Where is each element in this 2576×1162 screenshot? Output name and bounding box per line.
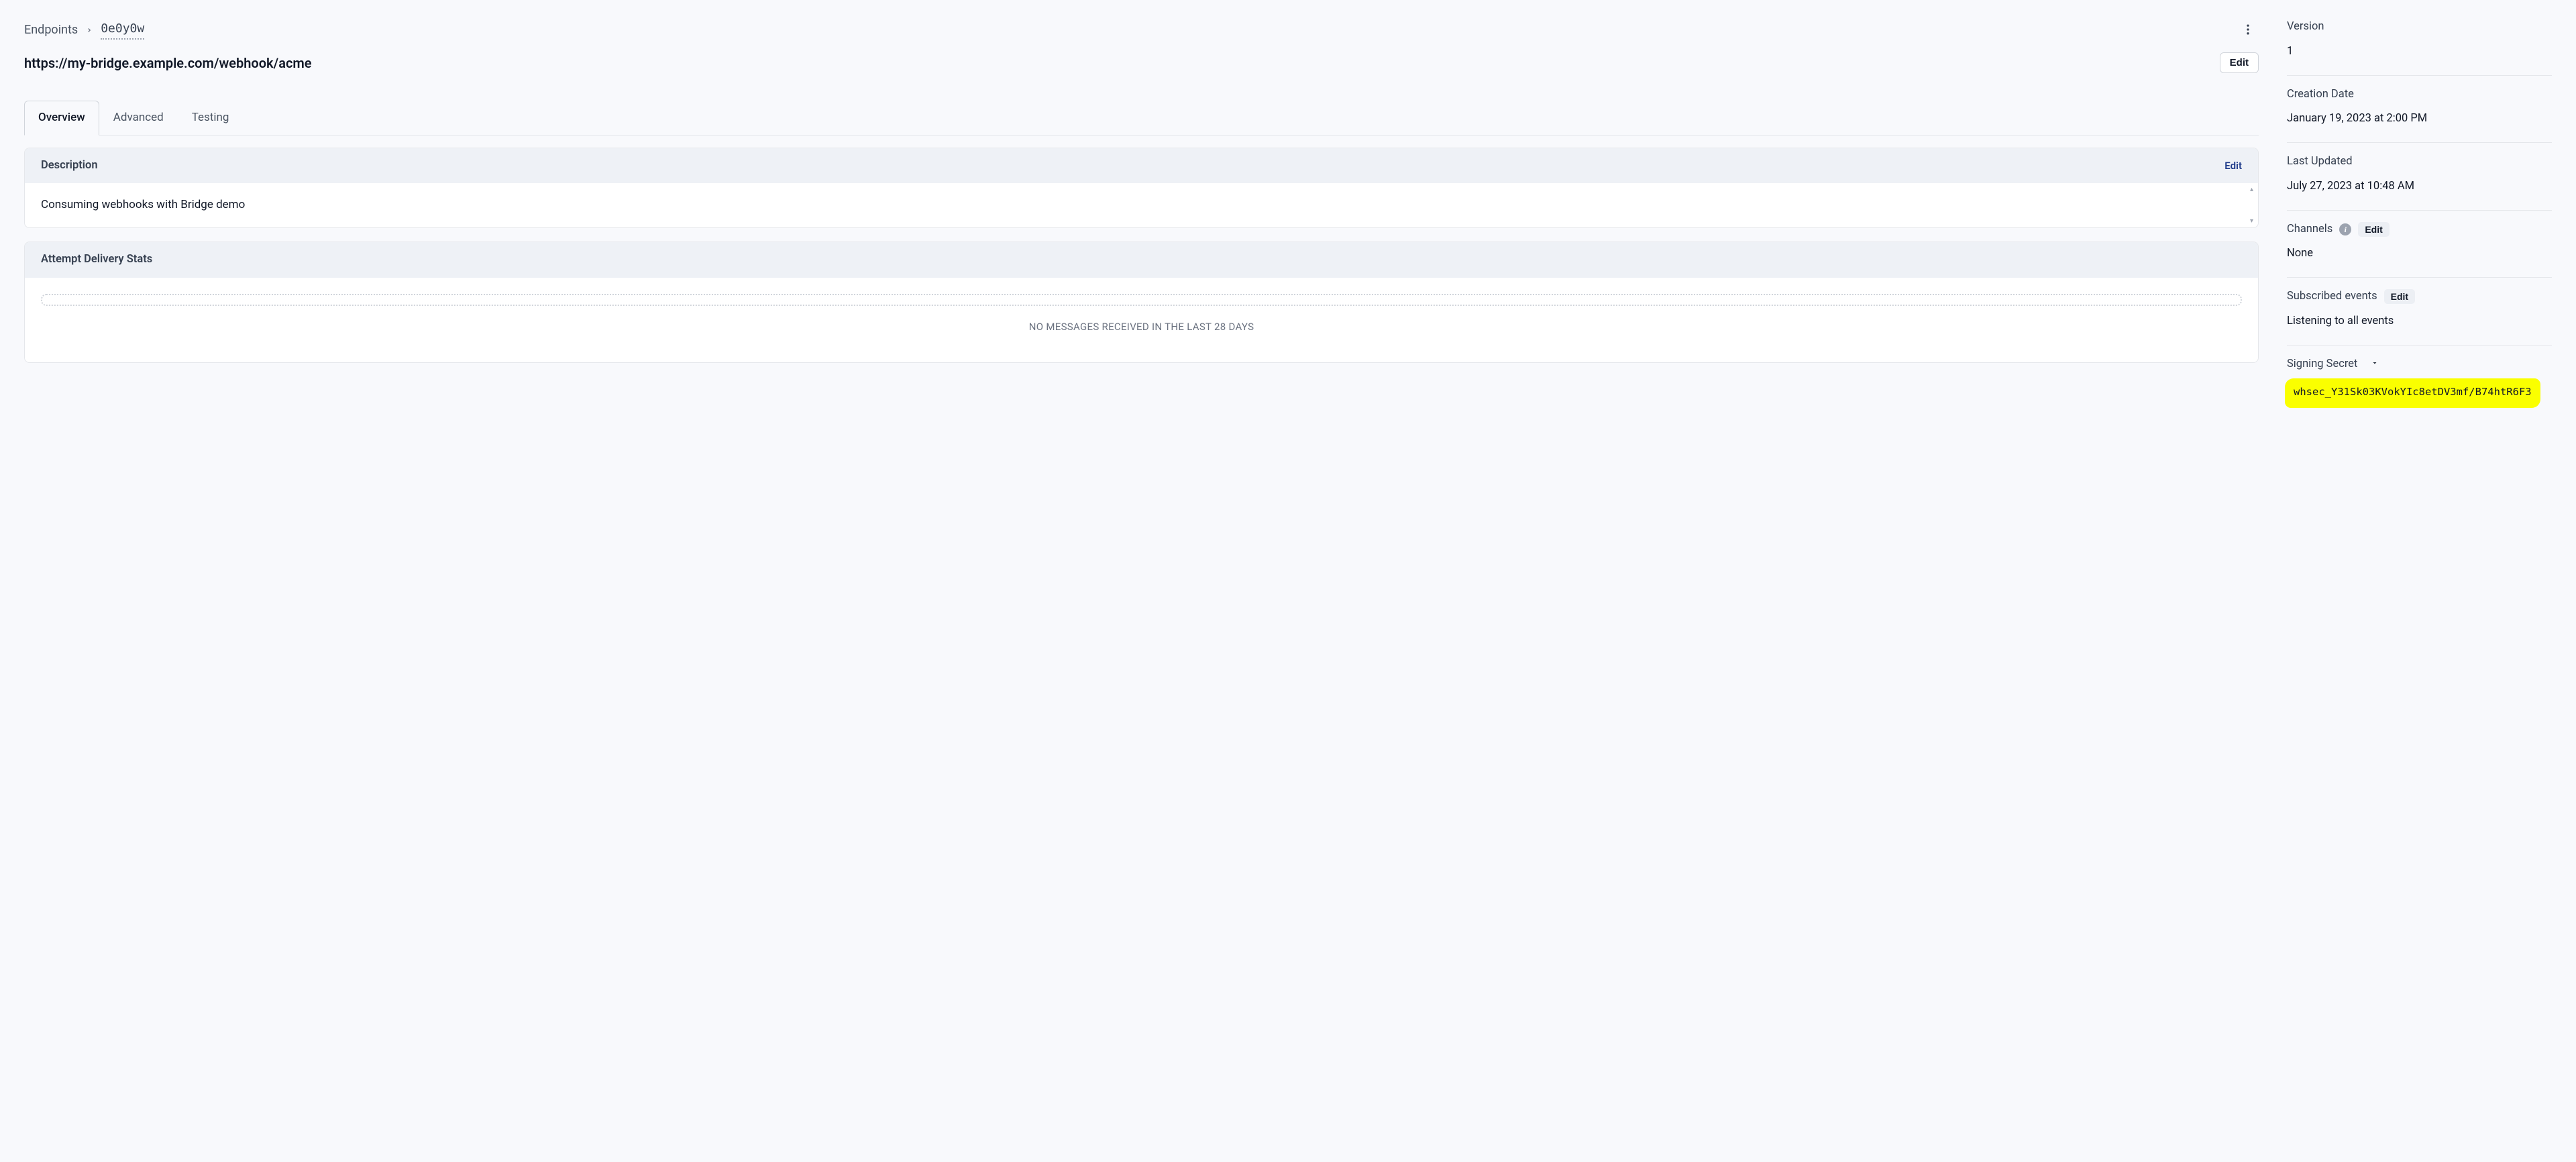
last-updated-label: Last Updated	[2287, 154, 2353, 170]
edit-channels-button[interactable]: Edit	[2358, 222, 2389, 237]
scroll-up-icon: ▴	[2250, 184, 2257, 195]
version-label: Version	[2287, 19, 2324, 36]
side-signing-secret: Signing Secret whsec_Y31Sk03KVokYIc8etDV…	[2287, 346, 2552, 421]
kebab-icon	[2241, 23, 2255, 36]
description-card: Description Edit Consuming webhooks with…	[24, 148, 2259, 228]
description-title: Description	[41, 158, 98, 174]
channels-label: Channels	[2287, 221, 2332, 238]
side-version: Version 1	[2287, 19, 2552, 76]
signing-secret-value[interactable]: whsec_Y31Sk03KVokYIc8etDV3mf/B74htR6F3	[2294, 386, 2532, 398]
stats-empty-message: NO MESSAGES RECEIVED IN THE LAST 28 DAYS	[41, 319, 2242, 335]
stats-placeholder	[41, 294, 2242, 306]
breadcrumb: Endpoints 0e0y0w	[24, 19, 144, 40]
breadcrumb-current: 0e0y0w	[101, 19, 144, 40]
subscribed-events-value: Listening to all events	[2287, 313, 2552, 330]
stats-card: Attempt Delivery Stats NO MESSAGES RECEI…	[24, 242, 2259, 363]
scrollbar[interactable]: ▴ ▾	[2250, 183, 2257, 227]
more-options-button[interactable]	[2237, 19, 2259, 40]
tabs: Overview Advanced Testing	[24, 100, 2259, 136]
creation-date-value: January 19, 2023 at 2:00 PM	[2287, 111, 2552, 127]
tab-advanced[interactable]: Advanced	[99, 101, 178, 136]
breadcrumb-endpoints[interactable]: Endpoints	[24, 21, 78, 39]
side-last-updated: Last Updated July 27, 2023 at 10:48 AM	[2287, 143, 2552, 211]
caret-down-icon	[2371, 356, 2379, 372]
edit-subscribed-events-button[interactable]: Edit	[2384, 289, 2415, 304]
side-channels: Channels i Edit None	[2287, 211, 2552, 278]
endpoint-url: https://my-bridge.example.com/webhook/ac…	[24, 53, 312, 73]
subscribed-events-label: Subscribed events	[2287, 288, 2377, 305]
signing-secret-dropdown[interactable]: Signing Secret	[2287, 356, 2552, 373]
version-value: 1	[2287, 44, 2552, 60]
side-subscribed-events: Subscribed events Edit Listening to all …	[2287, 278, 2552, 346]
signing-secret-label: Signing Secret	[2287, 356, 2357, 373]
edit-description-button[interactable]: Edit	[2224, 158, 2242, 174]
signing-secret-highlight: whsec_Y31Sk03KVokYIc8etDV3mf/B74htR6F3	[2287, 380, 2538, 405]
last-updated-value: July 27, 2023 at 10:48 AM	[2287, 178, 2552, 195]
scroll-down-icon: ▾	[2250, 216, 2257, 226]
side-creation-date: Creation Date January 19, 2023 at 2:00 P…	[2287, 76, 2552, 144]
chevron-right-icon	[86, 21, 93, 39]
channels-value: None	[2287, 246, 2552, 262]
edit-endpoint-button[interactable]: Edit	[2220, 52, 2259, 73]
tab-overview[interactable]: Overview	[24, 101, 99, 136]
description-text: Consuming webhooks with Bridge demo	[41, 197, 2242, 214]
creation-date-label: Creation Date	[2287, 87, 2354, 103]
info-icon[interactable]: i	[2339, 223, 2351, 235]
stats-title: Attempt Delivery Stats	[41, 252, 152, 268]
tab-testing[interactable]: Testing	[178, 101, 244, 136]
